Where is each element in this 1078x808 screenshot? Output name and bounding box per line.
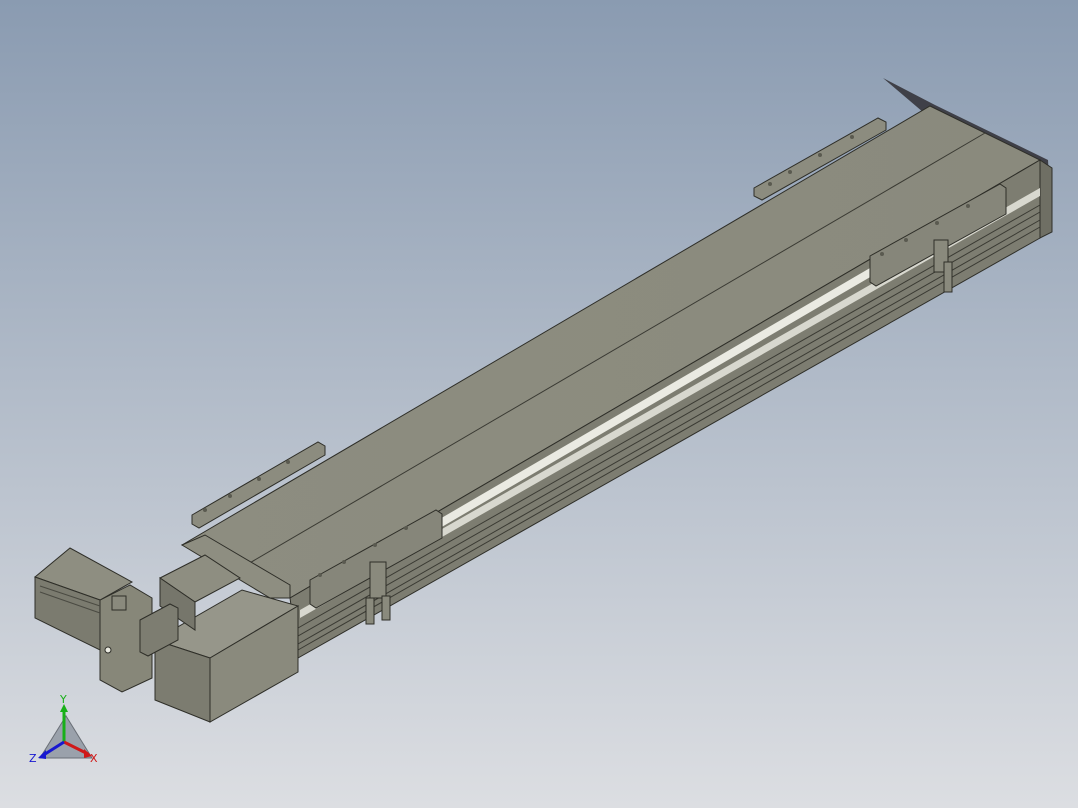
cad-scene[interactable] (0, 0, 1078, 808)
flange-boss (111, 595, 127, 611)
axis-triad: Y X Z (29, 694, 98, 765)
triad-z-label: Z (29, 752, 37, 765)
cad-graphics-viewport[interactable]: Y X Z (0, 0, 1078, 808)
far-end-cap (1039, 159, 1053, 239)
triad-y-label: Y (59, 694, 67, 706)
triad-x-label: X (90, 752, 98, 765)
triad-z-arrow (38, 750, 46, 759)
flange-bolt (104, 646, 112, 654)
